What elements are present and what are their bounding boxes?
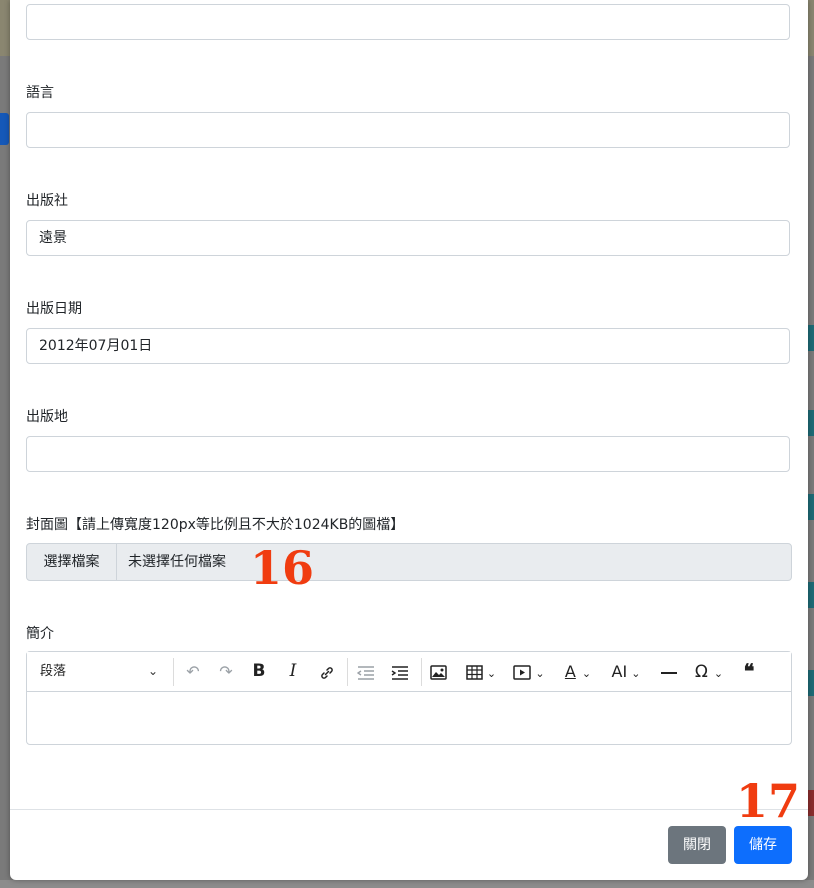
italic-icon[interactable]: I [281, 652, 305, 691]
media-icon[interactable]: ⌄ [509, 652, 549, 691]
toolbar-separator [421, 658, 422, 686]
backdrop-badge-edge [808, 325, 814, 351]
special-char-icon[interactable]: Ω ⌄ [689, 652, 729, 691]
choose-file-button[interactable]: 選擇檔案 [27, 544, 117, 580]
backdrop-button-edge [0, 113, 9, 145]
backdrop-badge-edge [808, 790, 814, 816]
backdrop-badge-edge [808, 582, 814, 608]
cover-file-input[interactable]: 選擇檔案 未選擇任何檔案 [26, 543, 792, 581]
pub-date-input[interactable]: 2012年07月01日 [26, 328, 790, 364]
horizontal-rule-icon[interactable] [657, 652, 681, 691]
step-annotation-17: 17 [736, 774, 801, 828]
edit-book-modal: 語言 出版社 遠景 出版日期 2012年07月01日 出版地 封面圖【請上傳寬度… [10, 0, 808, 880]
publisher-input[interactable]: 遠景 [26, 220, 790, 256]
redo-icon[interactable]: ↷ [214, 652, 238, 691]
chevron-down-icon: ⌄ [148, 664, 159, 678]
indent-icon[interactable] [388, 652, 412, 691]
pub-place-label: 出版地 [26, 409, 68, 425]
intro-label: 簡介 [26, 626, 54, 642]
pub-place-input[interactable] [26, 436, 790, 472]
previous-field-input[interactable] [26, 4, 790, 40]
link-icon[interactable] [315, 652, 339, 691]
cover-image-label: 封面圖【請上傳寬度120px等比例且不大於1024KB的圖檔】 [26, 517, 405, 533]
backdrop-banner-left [0, 0, 10, 56]
image-icon[interactable] [426, 652, 450, 691]
backdrop-bottom-row [0, 880, 814, 888]
modal-footer-divider [10, 809, 808, 810]
bold-icon[interactable]: B [247, 652, 271, 691]
backdrop-badge-edge [808, 670, 814, 696]
undo-icon[interactable]: ↶ [181, 652, 205, 691]
outdent-icon[interactable] [354, 652, 378, 691]
editor-toolbar: 段落 ⌄ ↶ ↷ B I ⌄ ⌄ A ⌄ AI ⌄ Ω ⌄ ❝ [27, 652, 791, 692]
publisher-label: 出版社 [26, 193, 68, 209]
language-input[interactable] [26, 112, 790, 148]
backdrop-badge-edge [808, 410, 814, 436]
font-color-icon[interactable]: A ⌄ [559, 652, 597, 691]
block-format-value: 段落 [40, 664, 67, 679]
editor-content-area[interactable] [27, 692, 791, 744]
language-label: 語言 [26, 85, 54, 101]
font-size-icon[interactable]: AI ⌄ [605, 652, 647, 691]
file-status-text: 未選擇任何檔案 [128, 554, 226, 570]
blockquote-icon[interactable]: ❝ [737, 652, 761, 691]
pub-date-label: 出版日期 [26, 301, 82, 317]
toolbar-separator [347, 658, 348, 686]
table-icon[interactable]: ⌄ [461, 652, 501, 691]
toolbar-separator [173, 658, 174, 686]
save-button[interactable]: 儲存 [734, 826, 792, 864]
rich-text-editor: 段落 ⌄ ↶ ↷ B I ⌄ ⌄ A ⌄ AI ⌄ Ω ⌄ ❝ [26, 651, 792, 745]
step-annotation-16: 16 [250, 541, 315, 595]
backdrop-badge-edge [808, 494, 814, 520]
close-button[interactable]: 關閉 [668, 826, 726, 864]
backdrop-banner-right [808, 0, 814, 56]
